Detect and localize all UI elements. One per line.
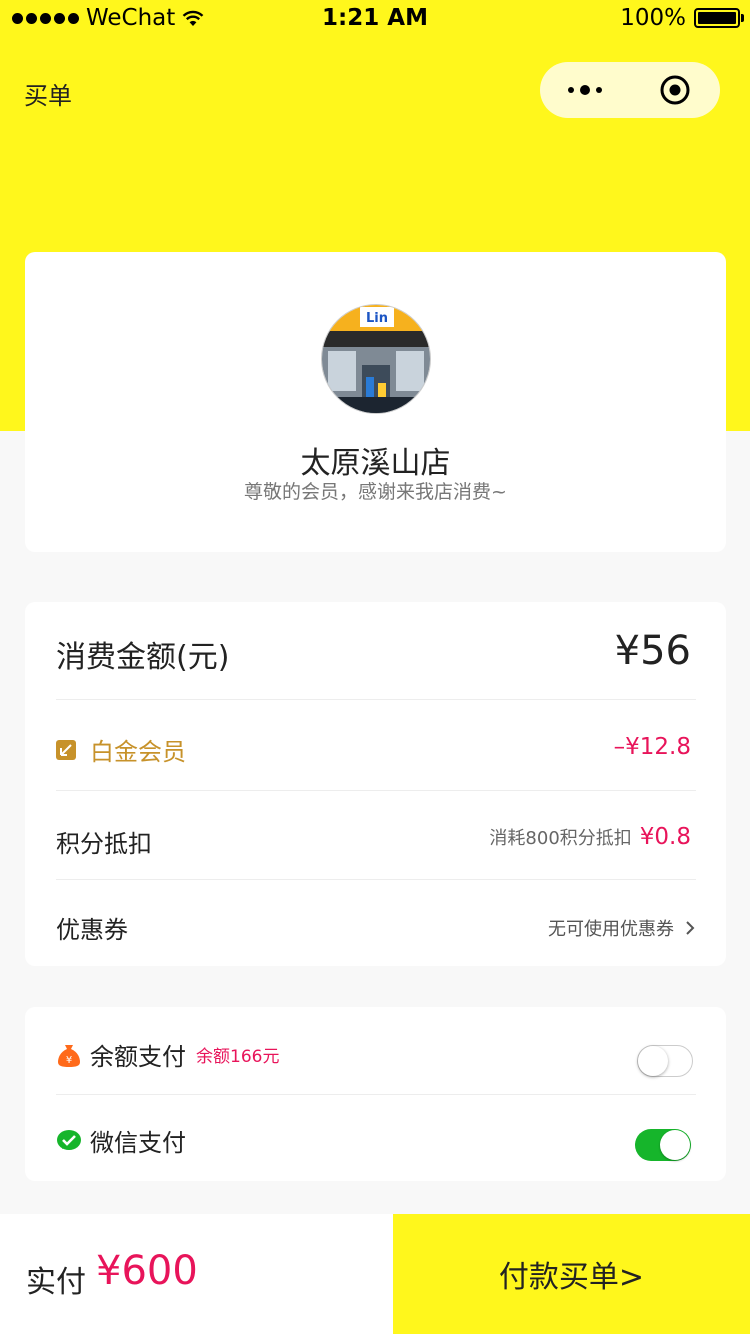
amount-value[interactable]: ¥56 <box>615 628 691 674</box>
page-title: 买单 <box>24 82 72 110</box>
status-right: 100% <box>620 5 744 31</box>
store-sign-text: Lin <box>366 311 388 326</box>
coupon-status: 无可使用优惠券 <box>548 919 674 940</box>
store-name: 太原溪山店 <box>300 446 451 481</box>
balance-pay-toggle[interactable] <box>637 1045 693 1077</box>
member-label: 白金会员 <box>90 738 186 766</box>
member-discount: –¥12.8 <box>613 734 691 760</box>
payment-method-card: ¥ 余额支付 余额166元 微信支付 <box>25 1007 726 1181</box>
battery-icon <box>694 8 744 28</box>
wechat-pay-icon <box>57 1129 81 1150</box>
points-value: ¥0.8 <box>639 824 691 850</box>
divider <box>56 879 696 880</box>
paid-label: 实付 <box>26 1265 86 1300</box>
battery-percent: 100% <box>620 5 686 31</box>
pay-button[interactable]: 付款买单> <box>393 1214 750 1334</box>
points-row-value: 消耗800积分抵扣 ¥0.8 <box>489 824 691 850</box>
more-menu-button[interactable] <box>540 62 630 118</box>
amount-label: 消费金额(元) <box>56 640 230 675</box>
close-button[interactable] <box>630 62 720 118</box>
wechat-pay-toggle[interactable] <box>635 1129 691 1161</box>
divider <box>56 1094 696 1095</box>
member-badge-icon <box>56 739 76 760</box>
svg-text:¥: ¥ <box>66 1055 72 1066</box>
balance-pay-row: ¥ 余额支付 余额166元 <box>56 1037 279 1072</box>
balance-pay-label: 余额支付 <box>90 1043 186 1071</box>
divider <box>56 699 696 700</box>
store-photo: Lin <box>322 305 430 413</box>
wechat-pay-label: 微信支付 <box>90 1129 186 1157</box>
balance-note: 余额166元 <box>196 1047 280 1067</box>
more-dots-icon <box>568 85 602 95</box>
toggle-knob <box>638 1046 668 1076</box>
mini-program-capsule <box>540 62 720 118</box>
amount-card: 消费金额(元) ¥56 白金会员 –¥12.8 积分抵扣 消耗800积分抵扣 ¥… <box>25 602 726 966</box>
money-bag-icon: ¥ <box>58 1044 80 1067</box>
paid-amount: ¥600 <box>96 1248 198 1294</box>
bottom-bar: 实付 ¥600 付款买单> <box>0 1214 750 1334</box>
status-bar: WeChat 1:21 AM 100% <box>0 0 750 40</box>
divider <box>56 790 696 791</box>
store-subtitle: 尊敬的会员，感谢来我店消费~ <box>244 481 507 503</box>
member-row: 白金会员 <box>56 732 696 767</box>
points-note: 消耗800积分抵扣 <box>489 828 632 849</box>
store-avatar: Lin <box>321 304 431 414</box>
chevron-right-icon <box>686 921 695 935</box>
toggle-knob <box>660 1130 690 1160</box>
wechat-pay-row: 微信支付 <box>56 1123 186 1158</box>
store-card: Lin 太原溪山店 尊敬的会员，感谢来我店消费~ <box>25 252 726 552</box>
close-target-icon <box>660 75 690 105</box>
coupon-selector[interactable]: 无可使用优惠券 <box>548 915 696 941</box>
